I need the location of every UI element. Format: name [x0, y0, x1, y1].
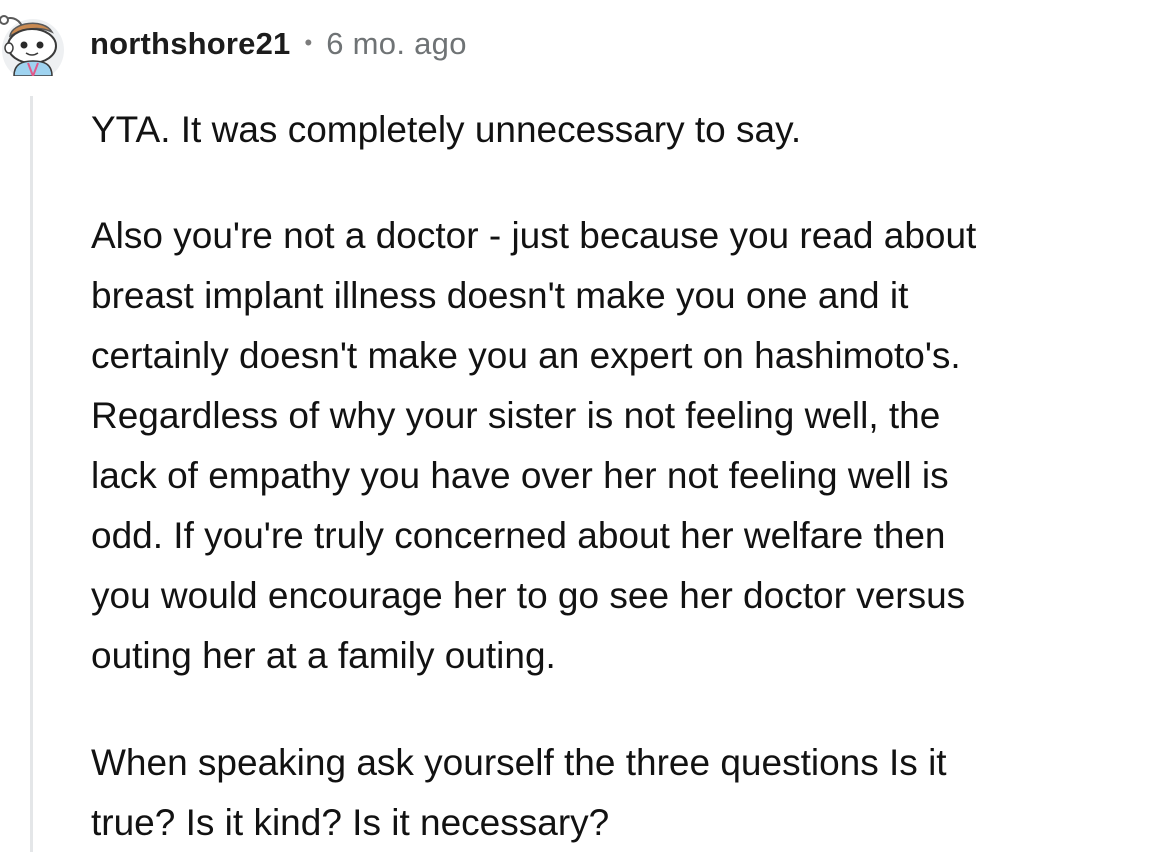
thread-collapse-line[interactable]: [30, 96, 33, 852]
reddit-snoo-avatar-icon: [0, 15, 64, 81]
comment-body: YTA. It was completely unnecessary to sa…: [91, 100, 1151, 853]
timestamp[interactable]: 6 mo. ago: [326, 26, 467, 62]
comment-line: you would encourage her to go see her do…: [91, 575, 966, 616]
comment-line: When speaking ask yourself the three que…: [91, 742, 947, 783]
comment-line: outing her at a family outing.: [91, 635, 556, 676]
comment-line: certainly doesn't make you an expert on …: [91, 335, 961, 376]
comment-line: odd. If you're truly concerned about her…: [91, 515, 946, 556]
comment-header: northshore21 • 6 mo. ago: [90, 22, 467, 66]
comment-line: lack of empathy you have over her not fe…: [91, 455, 949, 496]
comment-line: Regardless of why your sister is not fee…: [91, 395, 941, 436]
comment-line: Also you're not a doctor - just because …: [91, 215, 977, 256]
comment-line: breast implant illness doesn't make you …: [91, 275, 909, 316]
avatar[interactable]: [0, 6, 66, 81]
username-link[interactable]: northshore21: [90, 26, 291, 62]
comment-line: YTA. It was completely unnecessary to sa…: [91, 109, 802, 150]
comment: northshore21 • 6 mo. ago YTA. It was com…: [0, 0, 1163, 852]
separator-dot: •: [304, 30, 313, 55]
comment-line: true? Is it kind? Is it necessary?: [91, 802, 610, 843]
